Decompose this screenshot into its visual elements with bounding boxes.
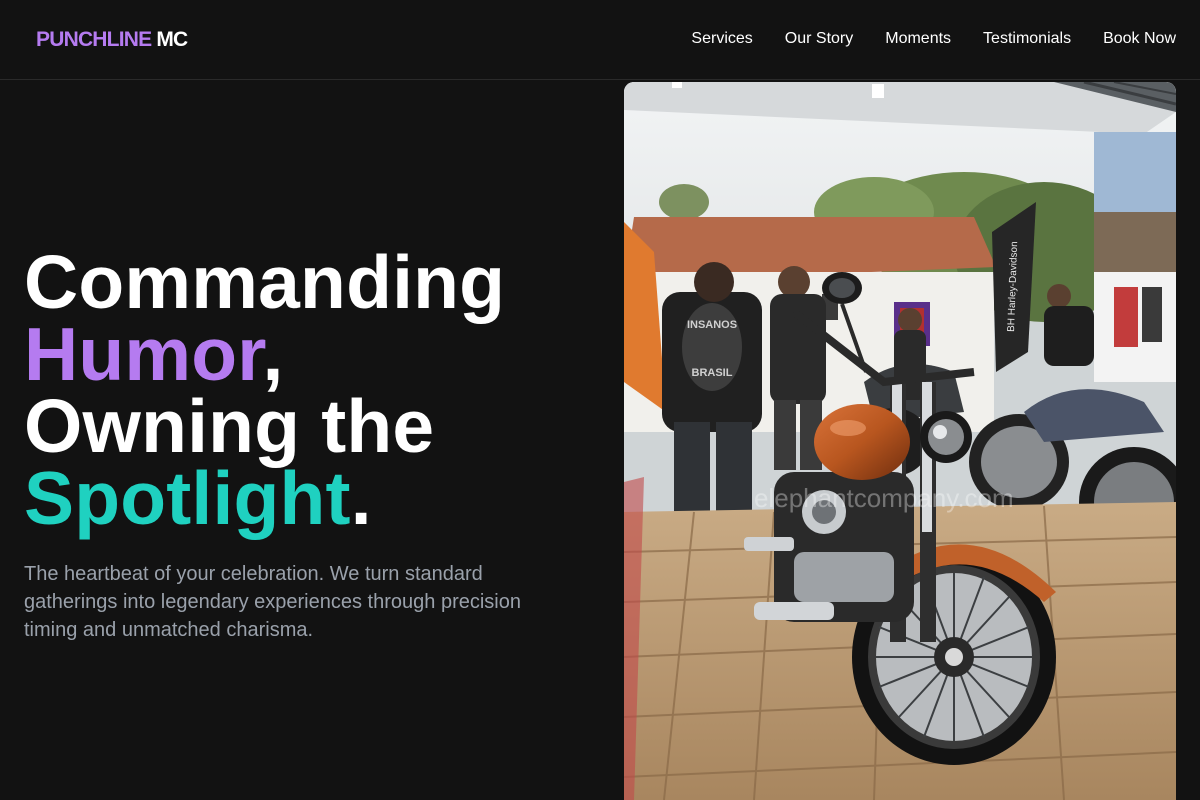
hero-line-2: Humor, xyxy=(24,317,505,392)
hero-heading: Commanding Humor, Owning the Spotlight. xyxy=(24,240,506,536)
photo-watermark: elephantcompany.com xyxy=(754,483,1014,513)
brand-logo[interactable]: PUNCHLINE MC xyxy=(36,28,188,52)
hero-line-3: Owning the xyxy=(24,384,435,468)
nav-link-testimonials[interactable]: Testimonials xyxy=(983,29,1071,49)
jacket-patch-bottom: BRASIL xyxy=(692,367,733,379)
jacket-patch-top: INSANOS xyxy=(687,319,737,331)
brand-name-part2: MC xyxy=(156,28,188,51)
nav-link-book-now[interactable]: Book Now xyxy=(1103,29,1176,49)
main-nav: Services Our Story Moments Testimonials … xyxy=(691,29,1176,49)
brand-name-part1: PUNCHLINE xyxy=(36,28,152,51)
hero-highlight-spotlight: Spotlight xyxy=(24,456,351,540)
hero-line-4: Spotlight. xyxy=(24,461,505,536)
top-navbar: PUNCHLINE MC Services Our Story Moments … xyxy=(0,0,1200,80)
nav-link-moments[interactable]: Moments xyxy=(885,29,951,49)
hero-line-1: Commanding xyxy=(24,240,506,324)
hero-description: The heartbeat of your celebration. We tu… xyxy=(24,563,521,641)
hero-image: BH Harley-Davidson INSANOS BRASIL elepha… xyxy=(624,82,1176,800)
nav-link-our-story[interactable]: Our Story xyxy=(785,29,853,49)
hero-period: . xyxy=(350,456,372,540)
nav-link-services[interactable]: Services xyxy=(691,29,752,49)
motorcycle-exhibition-photo: BH Harley-Davidson INSANOS BRASIL elepha… xyxy=(624,82,1176,800)
